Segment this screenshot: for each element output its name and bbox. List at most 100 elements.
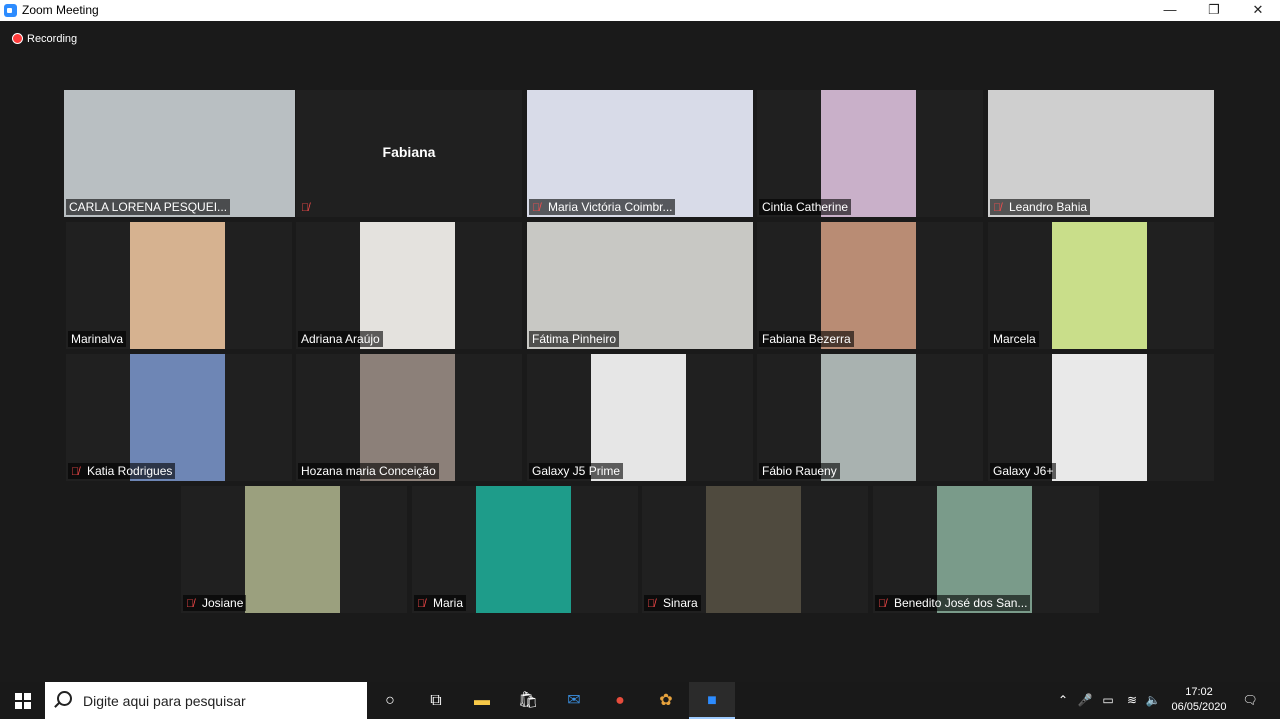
app-icon[interactable]: ✿ <box>643 682 689 719</box>
participant-name-label: CARLA LORENA PESQUEI... <box>66 199 231 215</box>
file-explorer-icon[interactable]: ▬ <box>459 682 505 719</box>
participant-name: Adriana Araújo <box>301 332 380 346</box>
zoom-icon[interactable]: ■ <box>689 682 735 719</box>
wifi-icon[interactable]: ≋ <box>1122 682 1142 719</box>
participant-tile[interactable]: Fabiana Bezerra <box>757 222 983 349</box>
participant-video <box>821 90 916 217</box>
participant-video <box>821 222 916 349</box>
participant-name: Josiane <box>202 596 244 610</box>
notifications-icon[interactable]: 🗨 <box>1240 682 1260 719</box>
participant-video <box>706 486 801 613</box>
participant-video <box>130 222 225 349</box>
close-button[interactable]: ✕ <box>1236 0 1280 21</box>
participant-name: Fátima Pinheiro <box>532 332 617 346</box>
participant-video <box>1052 222 1147 349</box>
participant-tile[interactable]: Cintia Catherine <box>757 90 983 217</box>
participant-video <box>988 90 1214 217</box>
participant-tile[interactable]: 🎙̸ Leandro Bahia <box>988 90 1214 217</box>
participant-name-label: Galaxy J6+ <box>990 463 1057 479</box>
participant-tile[interactable]: 🎙̸ Sinara <box>642 486 868 613</box>
muted-microphone-icon: 🎙̸ <box>878 598 887 610</box>
participant-tile[interactable]: CARLA LORENA PESQUEI... <box>64 90 295 217</box>
window-title: Zoom Meeting <box>22 3 99 17</box>
chrome-icon[interactable]: ● <box>597 682 643 719</box>
taskbar-search[interactable]: Digite aqui para pesquisar <box>45 682 367 719</box>
participant-name-label: Fábio Raueny <box>759 463 840 479</box>
participant-name-label: 🎙̸ Maria <box>414 595 467 611</box>
windows-taskbar: Digite aqui para pesquisar ○ ⧉ ▬ 🛍 ✉ ● ✿… <box>0 682 1280 719</box>
participant-name: Maria Victória Coimbr... <box>548 200 673 214</box>
participant-tile[interactable]: Fabiana 🎙̸ <box>296 90 522 217</box>
participant-name-label: Fabiana Bezerra <box>759 331 854 347</box>
participant-tile[interactable]: Fátima Pinheiro <box>527 222 753 349</box>
participant-name: Fabiana Bezerra <box>762 332 851 346</box>
participant-name-label: Galaxy J5 Prime <box>529 463 624 479</box>
participant-name-label: 🎙̸ Maria Victória Coimbr... <box>529 199 676 215</box>
participant-tile[interactable]: Hozana maria Conceição <box>296 354 522 481</box>
microphone-icon[interactable]: 🎤 <box>1076 682 1094 719</box>
muted-microphone-icon: 🎙̸ <box>417 598 426 610</box>
muted-microphone-icon: 🎙̸ <box>186 598 195 610</box>
participant-tile[interactable]: 🎙̸ Benedito José dos San... <box>873 486 1099 613</box>
participant-video <box>360 354 455 481</box>
participant-name-label: 🎙̸ Katia Rodrigues <box>68 463 176 479</box>
minimize-button[interactable]: — <box>1148 0 1192 21</box>
clock-date: 06/05/2020 <box>1171 701 1227 713</box>
participant-name: Benedito José dos San... <box>894 596 1028 610</box>
muted-microphone-icon: 🎙̸ <box>532 202 541 214</box>
participant-name-label: 🎙̸ <box>298 199 320 215</box>
participant-video <box>476 486 571 613</box>
participant-name: Marcela <box>993 332 1036 346</box>
participant-name-label: Marcela <box>990 331 1039 347</box>
participant-video <box>64 90 295 217</box>
clock-time: 17:02 <box>1185 686 1213 698</box>
participant-name-label: 🎙̸ Sinara <box>644 595 701 611</box>
participant-video <box>1052 354 1147 481</box>
participant-video <box>937 486 1032 613</box>
participant-video <box>245 486 340 613</box>
record-icon <box>12 33 23 44</box>
store-icon[interactable]: 🛍 <box>505 682 551 719</box>
participant-tile[interactable]: Marinalva <box>66 222 292 349</box>
task-view-icon[interactable]: ⧉ <box>413 682 459 719</box>
participant-video <box>821 354 916 481</box>
participant-video <box>360 222 455 349</box>
participant-name: Marinalva <box>71 332 124 346</box>
participant-name: Maria <box>433 596 464 610</box>
cortana-icon[interactable]: ○ <box>367 682 413 719</box>
participant-display-name: Fabiana <box>382 144 436 160</box>
participant-tile[interactable]: Adriana Araújo <box>296 222 522 349</box>
maximize-button[interactable]: ❐ <box>1192 0 1236 21</box>
participant-tile[interactable]: Fábio Raueny <box>757 354 983 481</box>
participant-tile[interactable]: Galaxy J6+ <box>988 354 1214 481</box>
participant-name: Galaxy J5 Prime <box>532 464 621 478</box>
participant-tile[interactable]: 🎙̸ Josiane <box>181 486 407 613</box>
search-placeholder: Digite aqui para pesquisar <box>83 693 246 709</box>
participant-name-label: Fátima Pinheiro <box>529 331 620 347</box>
participant-tile[interactable]: Marcela <box>988 222 1214 349</box>
participant-name: Cintia Catherine <box>762 200 849 214</box>
participant-name-label: Cintia Catherine <box>759 199 852 215</box>
search-icon <box>57 691 72 706</box>
participant-name: Hozana maria Conceição <box>301 464 436 478</box>
participant-name: Sinara <box>663 596 698 610</box>
recording-indicator[interactable]: Recording <box>12 33 77 45</box>
participant-name: CARLA LORENA PESQUEI... <box>69 200 228 214</box>
participant-name-label: 🎙̸ Benedito José dos San... <box>875 595 1031 611</box>
participant-tile[interactable]: 🎙̸ Maria Victória Coimbr... <box>527 90 753 217</box>
battery-icon[interactable]: ▭ <box>1098 682 1118 719</box>
participant-tile[interactable]: 🎙̸ Katia Rodrigues <box>66 354 292 481</box>
participant-name-label: 🎙̸ Josiane <box>183 595 247 611</box>
participant-tile[interactable]: 🎙̸ Maria <box>412 486 638 613</box>
start-button[interactable] <box>0 682 45 719</box>
muted-microphone-icon: 🎙̸ <box>993 202 1002 214</box>
participant-video <box>527 90 753 217</box>
chevron-up-icon[interactable]: ⌃ <box>1054 682 1072 719</box>
system-clock[interactable]: 17:02 06/05/2020 <box>1160 685 1238 715</box>
participant-name-label: Marinalva <box>68 331 127 347</box>
participant-tile[interactable]: Galaxy J5 Prime <box>527 354 753 481</box>
participant-name-label: Hozana maria Conceição <box>298 463 439 479</box>
participant-name-label: Adriana Araújo <box>298 331 383 347</box>
windows-logo-icon <box>15 693 31 709</box>
mail-icon[interactable]: ✉ <box>551 682 597 719</box>
